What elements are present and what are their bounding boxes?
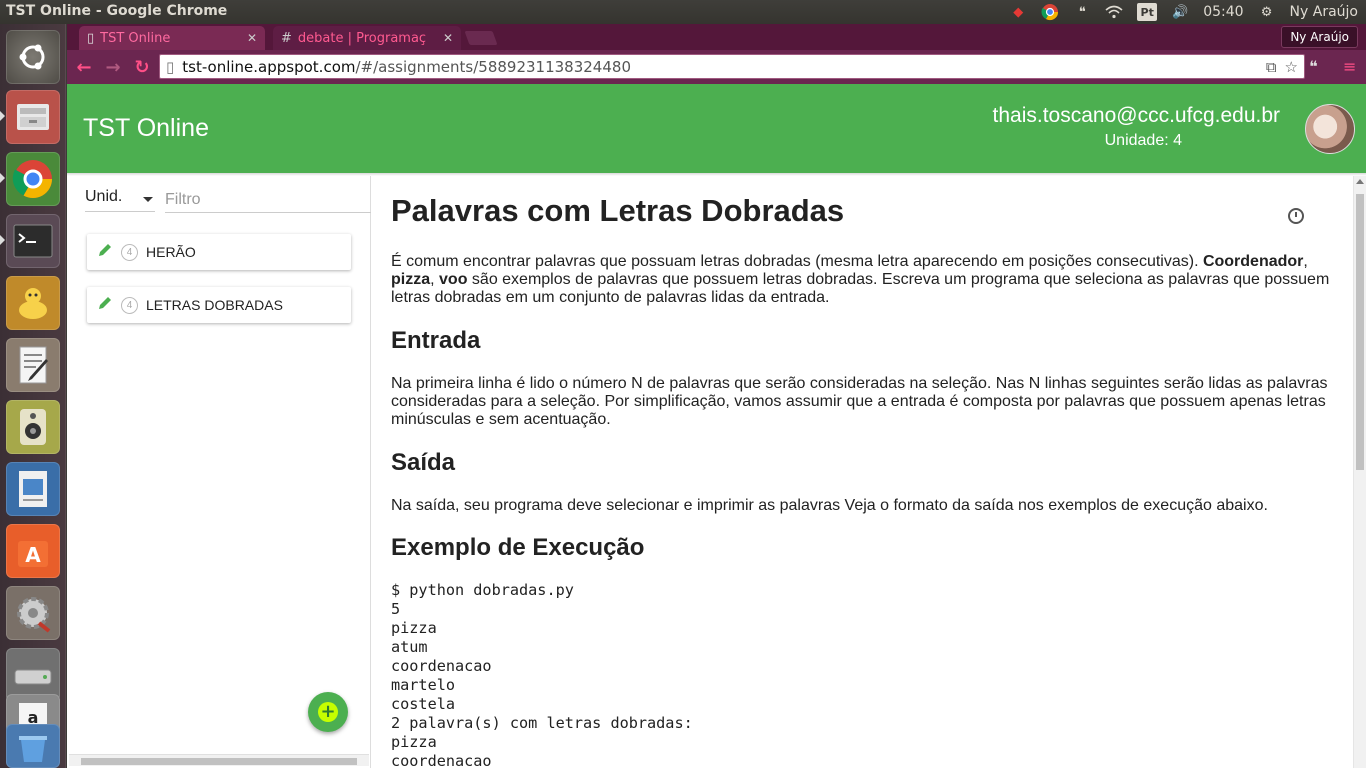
volume-icon[interactable]: 🔊 xyxy=(1171,3,1189,21)
launcher: A a xyxy=(0,24,66,768)
add-assignment-button[interactable]: + xyxy=(308,692,348,732)
window-title: TST Online - Google Chrome xyxy=(6,3,228,19)
app-header: TST Online thais.toscano@ccc.ufcg.edu.br… xyxy=(67,84,1366,173)
close-icon[interactable]: ✕ xyxy=(443,31,453,45)
unit-select-value: Unid. xyxy=(85,188,123,205)
svg-text:A: A xyxy=(25,543,41,567)
tab-tst-online[interactable]: ▯ TST Online ✕ xyxy=(79,26,265,50)
system-tray: ◆ ❝ Pt 🔊 05:40 ⚙ Ny Araújo xyxy=(1009,0,1358,24)
web-page: TST Online thais.toscano@ccc.ufcg.edu.br… xyxy=(67,84,1366,768)
hangouts-extension-icon[interactable]: ❝ xyxy=(1309,57,1318,76)
vertical-scrollbar[interactable] xyxy=(1353,176,1366,768)
history-clock-icon[interactable] xyxy=(1288,208,1304,224)
url-path: /#/assignments/5889231138324480 xyxy=(355,57,632,76)
unit-select[interactable]: Unid. xyxy=(85,188,155,212)
pencil-icon xyxy=(97,242,113,263)
assignment-title: HERÃO xyxy=(146,244,196,260)
gear-icon[interactable]: ⚙ xyxy=(1258,3,1276,21)
tab-strip: ▯ TST Online ✕ # debate | Programaç ✕ Ny… xyxy=(67,24,1366,50)
assignment-item[interactable]: 4 HERÃO xyxy=(87,234,351,270)
system-settings-icon[interactable] xyxy=(6,586,60,640)
software-center-icon[interactable]: A xyxy=(6,524,60,578)
intro-paragraph: É comum encontrar palavras que possuam l… xyxy=(391,253,1330,306)
back-icon[interactable]: ← xyxy=(73,57,95,78)
example-heading: Exemplo de Execução xyxy=(391,534,645,561)
profile-badge[interactable]: Ny Araújo xyxy=(1281,26,1358,48)
input-heading: Entrada xyxy=(391,327,481,354)
unit-badge: 4 xyxy=(121,243,138,261)
pencil-icon xyxy=(97,295,113,316)
tab-label: debate | Programaç xyxy=(297,30,427,46)
output-paragraph: Na saída, seu programa deve selecionar e… xyxy=(391,497,1268,514)
page-icon: ▯ xyxy=(87,30,95,46)
clock[interactable]: 05:40 xyxy=(1203,4,1243,20)
unit-badge: 4 xyxy=(121,296,138,314)
chrome-tray-icon[interactable] xyxy=(1041,3,1059,21)
chevron-down-icon xyxy=(143,197,153,202)
app-title[interactable]: TST Online xyxy=(83,114,209,143)
files-icon[interactable] xyxy=(6,90,60,144)
address-bar[interactable]: ▯ tst-online.appspot.com/#/assignments/5… xyxy=(159,54,1305,79)
impress-icon[interactable] xyxy=(6,462,60,516)
tab-debate[interactable]: # debate | Programaç ✕ xyxy=(273,26,461,50)
session-user[interactable]: Ny Araújo xyxy=(1290,4,1358,20)
wifi-icon[interactable] xyxy=(1105,3,1123,21)
assignment-title-heading: Palavras com Letras Dobradas xyxy=(391,193,845,228)
terminal-icon[interactable] xyxy=(6,214,60,268)
filter-input[interactable] xyxy=(165,188,371,213)
close-icon[interactable]: ✕ xyxy=(247,31,257,45)
plus-icon: + xyxy=(318,702,338,722)
tab-label: TST Online xyxy=(100,30,171,46)
assignment-item[interactable]: 4 LETRAS DOBRADAS xyxy=(87,287,351,323)
menu-icon[interactable]: ≡ xyxy=(1343,57,1356,76)
assignments-sidebar: Unid. 4 HERÃO 4 LETRAS DOBRADAS + xyxy=(67,176,371,768)
new-tab-button[interactable] xyxy=(464,31,498,45)
reload-icon[interactable]: ↻ xyxy=(131,57,153,78)
dropbox-icon[interactable]: ◆ xyxy=(1009,3,1027,21)
hash-icon: # xyxy=(281,30,292,46)
user-email: thais.toscano@ccc.ufcg.edu.br xyxy=(992,104,1280,127)
browser-toolbar: ← → ↻ ▯ tst-online.appspot.com/#/assignm… xyxy=(67,50,1366,84)
url-host: tst-online.appspot.com xyxy=(182,57,356,76)
assignment-content: Palavras com Letras Dobradas É comum enc… xyxy=(372,176,1352,768)
genie-icon[interactable] xyxy=(6,276,60,330)
example-code-block: $ python dobradas.py 5 pizza atum coorde… xyxy=(391,581,693,768)
user-unit: Unidade: 4 xyxy=(1104,132,1182,149)
avatar[interactable] xyxy=(1305,104,1355,154)
keyboard-layout-indicator[interactable]: Pt xyxy=(1137,3,1158,21)
page-icon: ▯ xyxy=(166,57,175,76)
top-panel: TST Online - Google Chrome ◆ ❝ Pt 🔊 05:4… xyxy=(0,0,1366,24)
forward-icon[interactable]: → xyxy=(102,57,124,78)
bookmark-star-icon[interactable]: ☆ xyxy=(1285,58,1298,76)
output-heading: Saída xyxy=(391,449,456,476)
horizontal-scrollbar[interactable] xyxy=(69,754,369,766)
chrome-launcher-icon[interactable] xyxy=(6,152,60,206)
input-paragraph: Na primeira linha é lido o número N de p… xyxy=(391,375,1328,428)
hangouts-icon[interactable]: ❝ xyxy=(1073,3,1091,21)
translate-icon[interactable]: ⧉ xyxy=(1266,58,1277,76)
text-editor-icon[interactable] xyxy=(6,338,60,392)
ubuntu-dash-icon[interactable] xyxy=(6,30,60,84)
assignment-title: LETRAS DOBRADAS xyxy=(146,297,283,313)
browser-window: ▯ TST Online ✕ # debate | Programaç ✕ Ny… xyxy=(67,24,1366,768)
speaker-app-icon[interactable] xyxy=(6,400,60,454)
trash-icon[interactable] xyxy=(6,724,60,768)
